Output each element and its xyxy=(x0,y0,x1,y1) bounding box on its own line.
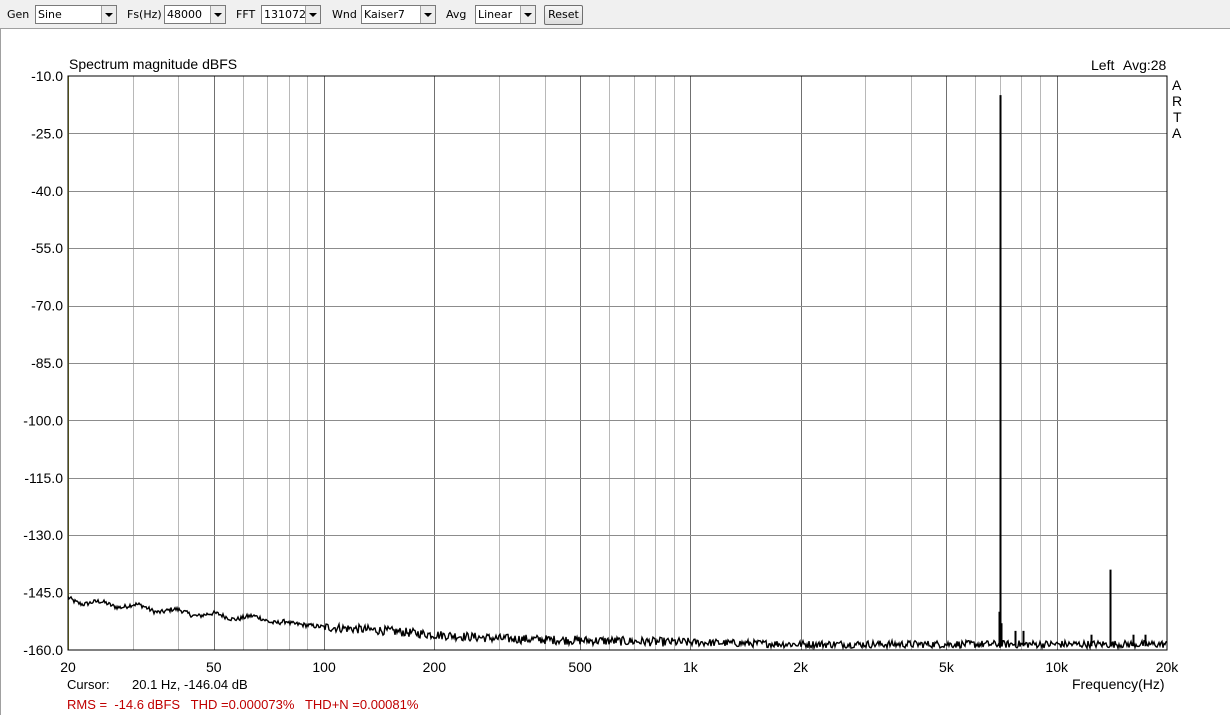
sample-rate-select[interactable]: 48000 xyxy=(164,5,226,24)
x-tick-label: 10k xyxy=(1045,659,1069,675)
stats-readout: RMS = -14.6 dBFS THD =0.000073% THD+N =0… xyxy=(67,697,419,712)
watermark-letter: A xyxy=(1172,125,1182,141)
window-select[interactable]: Kaiser7 xyxy=(361,5,436,24)
averaging-select-value: Linear xyxy=(478,8,513,21)
y-tick-label: -85.0 xyxy=(31,355,63,371)
chevron-down-icon[interactable] xyxy=(420,6,435,23)
reset-button[interactable]: Reset xyxy=(544,5,583,25)
watermark-letter: R xyxy=(1172,93,1182,109)
y-tick-labels: -10.0 -25.0 -40.0 -55.0 -70.0 -85.0 -100.0 -115… xyxy=(23,68,63,658)
grid-lines xyxy=(68,76,1167,650)
y-tick-label: -55.0 xyxy=(31,240,63,256)
chart-title: Spectrum magnitude dBFS xyxy=(69,56,237,72)
y-tick-label: -25.0 xyxy=(31,125,63,141)
x-tick-label: 2k xyxy=(793,659,809,675)
spectrum-chart[interactable]: 20 50 100 200 500 1k 2k 5k 10k 20k -10.0 -25.0 -40.… xyxy=(1,29,1230,715)
fft-size-select-value: 131072 xyxy=(264,8,306,21)
x-tick-label: 50 xyxy=(206,659,222,675)
x-tick-label: 20k xyxy=(1156,659,1180,675)
cursor-readout: 20.1 Hz, -146.04 dB xyxy=(132,677,248,692)
x-axis-label: Frequency(Hz) xyxy=(1072,676,1165,692)
x-tick-labels: 20 50 100 200 500 1k 2k 5k 10k 20k xyxy=(60,659,1179,675)
y-tick-label: -130.0 xyxy=(23,527,63,543)
window-select-value: Kaiser7 xyxy=(364,8,405,21)
gen-label: Gen xyxy=(7,8,30,21)
avg-label: Avg xyxy=(446,8,467,21)
sample-rate-select-value: 48000 xyxy=(167,8,202,21)
generator-select-value: Sine xyxy=(38,8,62,21)
series-group xyxy=(67,95,1168,651)
fft-label: FFT xyxy=(236,8,256,21)
x-tick-label: 1k xyxy=(683,659,699,675)
y-tick-label: -100.0 xyxy=(23,412,63,428)
y-tick-label: -10.0 xyxy=(31,68,63,84)
watermark-letter: A xyxy=(1172,77,1182,93)
x-tick-label: 20 xyxy=(60,659,76,675)
y-tick-label: -40.0 xyxy=(31,183,63,199)
fft-size-select[interactable]: 131072 xyxy=(261,5,321,24)
y-tick-label: -115.0 xyxy=(24,470,63,486)
wnd-label: Wnd xyxy=(332,8,357,21)
x-tick-label: 100 xyxy=(312,659,336,675)
chevron-down-icon[interactable] xyxy=(101,6,116,23)
watermark-letter: T xyxy=(1173,109,1182,125)
y-tick-label: -145.0 xyxy=(23,585,63,601)
y-tick-label: -160.0 xyxy=(23,642,63,658)
chevron-down-icon[interactable] xyxy=(210,6,225,23)
generator-select[interactable]: Sine xyxy=(35,5,117,24)
y-tick-label: -70.0 xyxy=(31,298,63,314)
x-tick-label: 200 xyxy=(423,659,447,675)
spectrum-pane: 20 50 100 200 500 1k 2k 5k 10k 20k -10.0 -25.0 -40.… xyxy=(0,29,1230,715)
channel-label: Left xyxy=(1091,57,1114,73)
x-tick-label: 5k xyxy=(939,659,955,675)
toolbar: Gen Sine Fs(Hz) 48000 FFT 131072 Wnd Kai… xyxy=(0,0,1230,29)
chevron-down-icon[interactable] xyxy=(305,6,320,23)
x-tick-label: 500 xyxy=(568,659,592,675)
avg-count-label: Avg:28 xyxy=(1123,57,1167,73)
cursor-label: Cursor: xyxy=(67,677,110,692)
averaging-select[interactable]: Linear xyxy=(475,5,536,24)
fs-label: Fs(Hz) xyxy=(127,8,162,21)
chevron-down-icon[interactable] xyxy=(520,6,535,23)
